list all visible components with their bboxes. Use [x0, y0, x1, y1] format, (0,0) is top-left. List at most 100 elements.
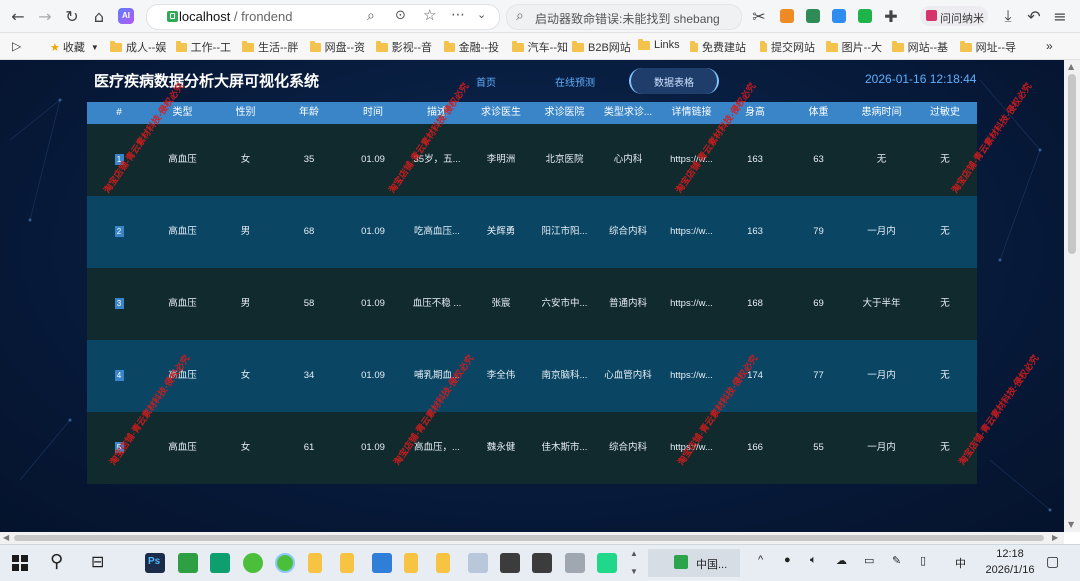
mail-icon[interactable] — [372, 553, 392, 573]
search-icon[interactable]: ⚲ — [50, 551, 63, 572]
column-header[interactable]: 体重 — [787, 102, 850, 124]
column-header[interactable]: 时间 — [341, 102, 405, 124]
notification-icon[interactable]: ▢ — [1046, 553, 1059, 570]
scroll-down-icon[interactable]: ▼ — [1068, 520, 1074, 529]
column-header[interactable]: 详情链接 — [660, 102, 723, 124]
app-gray-icon[interactable] — [565, 553, 585, 573]
bookmark-folder[interactable]: B2B网站 — [572, 39, 631, 55]
bookmark-folder[interactable]: 汽车--知 — [512, 39, 568, 55]
column-header[interactable]: 性别 — [214, 102, 277, 124]
task-view-icon[interactable]: ⊟ — [91, 552, 104, 572]
taskbar-window-button[interactable]: 中国... — [648, 549, 740, 577]
more-options-icon[interactable]: ⋯ — [451, 6, 465, 23]
bookmark-folder[interactable]: 网盘--资 — [310, 39, 365, 55]
column-header[interactable]: 年龄 — [277, 102, 341, 124]
column-header[interactable]: # — [87, 102, 151, 124]
chevron-down-icon[interactable]: ⌄ — [477, 8, 486, 21]
forward-icon[interactable]: → — [35, 6, 55, 26]
extensions-puzzle-icon[interactable]: ✚ — [881, 6, 901, 26]
cloud-icon[interactable]: ☁ — [836, 554, 847, 567]
bookmark-folder[interactable]: 成人--娱 — [110, 39, 170, 55]
bookmark-folder[interactable]: 生活--胖 — [242, 39, 299, 55]
column-header[interactable]: 类型求诊... — [596, 102, 660, 124]
downloads-icon[interactable]: ⤓ — [998, 6, 1018, 26]
file-explorer-icon[interactable] — [404, 553, 418, 573]
column-header[interactable]: 过敏史 — [913, 102, 977, 124]
battery-icon[interactable]: ▯ — [920, 554, 926, 567]
bookmark-folder[interactable]: 免费建站 — [690, 39, 746, 55]
table-row[interactable]: 1 高血压 女 35 01.09 35岁，五... 李明洲 北京医院 心内科 h… — [87, 124, 977, 196]
volume-icon[interactable]: 🔈︎ — [810, 554, 817, 567]
home-icon[interactable]: ⌂ — [89, 6, 109, 26]
bookmark-favorites[interactable]: ★ 收藏 ▼ — [50, 39, 99, 55]
code-editor-icon[interactable] — [210, 553, 230, 573]
pen-icon[interactable]: ✎ — [892, 554, 901, 567]
scroll-up-icon[interactable]: ▲ — [1068, 62, 1074, 71]
extension-download-icon[interactable] — [803, 6, 823, 26]
undo-icon[interactable]: ↶ — [1024, 6, 1044, 26]
horizontal-scrollbar[interactable]: ◀ ▶ — [0, 532, 1064, 544]
bookmark-folder[interactable]: 图片--大 — [826, 39, 882, 55]
cell-detail-link[interactable]: https://w... — [660, 268, 723, 340]
zoom-icon[interactable]: ⌕ — [367, 7, 375, 24]
scroll-right-icon[interactable]: ▶ — [1052, 533, 1058, 542]
terminal-icon[interactable] — [532, 553, 552, 573]
column-header[interactable]: 求诊医院 — [533, 102, 596, 124]
back-icon[interactable]: ← — [8, 6, 28, 26]
scrollbar-thumb[interactable] — [14, 535, 1044, 541]
reload-icon[interactable]: ↻ — [62, 6, 82, 26]
column-header[interactable]: 患病时间 — [850, 102, 913, 124]
scrollbar-thumb[interactable] — [1068, 74, 1076, 254]
input-language[interactable]: 中 — [955, 555, 966, 571]
vertical-scrollbar[interactable]: ▲ ▼ — [1064, 60, 1080, 532]
windows-start-icon[interactable] — [12, 555, 28, 574]
tray-app-icon[interactable]: ● — [784, 554, 791, 566]
profile-chip[interactable]: 问问纳米 — [920, 6, 988, 26]
extension-fox-icon[interactable] — [777, 6, 797, 26]
file-explorer-icon[interactable] — [308, 553, 322, 573]
column-header[interactable]: 求诊医生 — [469, 102, 533, 124]
extension-wechat-icon[interactable] — [855, 6, 875, 26]
file-explorer-icon[interactable] — [340, 553, 354, 573]
extension-translate-icon[interactable] — [829, 6, 849, 26]
tab-data-table[interactable]: 数据表格 — [629, 68, 719, 94]
location-icon[interactable]: ⊙ — [395, 7, 406, 23]
bookmark-folder[interactable]: 工作--工 — [176, 39, 231, 55]
bookmark-folder[interactable]: 网址--导 — [960, 39, 1016, 55]
scroll-left-icon[interactable]: ◀ — [3, 533, 9, 542]
app-green-icon[interactable] — [178, 553, 198, 573]
clock-time[interactable]: 12:18 — [988, 548, 1032, 560]
browser-active-icon[interactable] — [275, 553, 295, 573]
bookmark-folder[interactable]: 提交网站 — [760, 39, 815, 55]
show-hidden-icons-chevron-icon[interactable]: ^ — [758, 554, 763, 566]
bookmark-folder[interactable]: Links — [638, 38, 680, 51]
site-info-icon[interactable] — [167, 11, 178, 22]
photoshop-icon[interactable]: Ps — [145, 553, 165, 573]
scissors-icon[interactable]: ✂ — [749, 6, 769, 26]
table-row[interactable]: 3 高血压 男 58 01.09 血压不稳 ... 张宸 六安市中... 普通内… — [87, 268, 977, 340]
bookmark-folder[interactable]: 网站--基 — [892, 39, 948, 55]
bookmark-folder[interactable]: 金融--投 — [444, 39, 499, 55]
browser-green-icon[interactable] — [243, 553, 263, 573]
table-row[interactable]: 4 高血压 女 34 01.09 哺乳期血... 李全伟 南京脑科... 心血管… — [87, 340, 977, 412]
bookmark-folder[interactable]: 影视--音 — [376, 39, 432, 55]
table-row[interactable]: 5 高血压 女 61 01.09 高血压，... 魏永健 佳木斯市... 综合内… — [87, 412, 977, 484]
ai-assistant-icon[interactable]: AI — [116, 6, 136, 26]
taskbar-scroll-down-icon[interactable]: ▼ — [630, 567, 638, 576]
terminal-icon[interactable] — [500, 553, 520, 573]
file-explorer-icon[interactable] — [436, 553, 450, 573]
tab-online-predict[interactable]: 在线预测 — [540, 68, 610, 94]
network-icon[interactable]: ▭ — [864, 554, 874, 567]
search-box[interactable]: ⌕ 启动器致命错误:未能找到 shebang — [506, 4, 742, 30]
pycharm-icon[interactable] — [597, 553, 617, 573]
more-bookmarks-icon[interactable]: » — [1046, 39, 1053, 53]
cell-detail-link[interactable]: https://w... — [660, 196, 723, 268]
star-bookmark-icon[interactable]: ☆ — [423, 6, 436, 24]
clock-date[interactable]: 2026/1/16 — [977, 564, 1043, 576]
menu-icon[interactable]: ≡ — [1050, 6, 1070, 26]
address-bar[interactable]: localhost / frondend ⌕ ⊙ ☆ ⋯ ⌄ — [146, 4, 500, 30]
taskbar-scroll-up-icon[interactable]: ▲ — [630, 549, 638, 558]
table-row[interactable]: 2 高血压 男 68 01.09 吃高血压... 关辉勇 阳江市阳... 综合内… — [87, 196, 977, 268]
sidebar-toggle-icon[interactable]: ▷ — [12, 39, 21, 53]
notepad-icon[interactable] — [468, 553, 488, 573]
